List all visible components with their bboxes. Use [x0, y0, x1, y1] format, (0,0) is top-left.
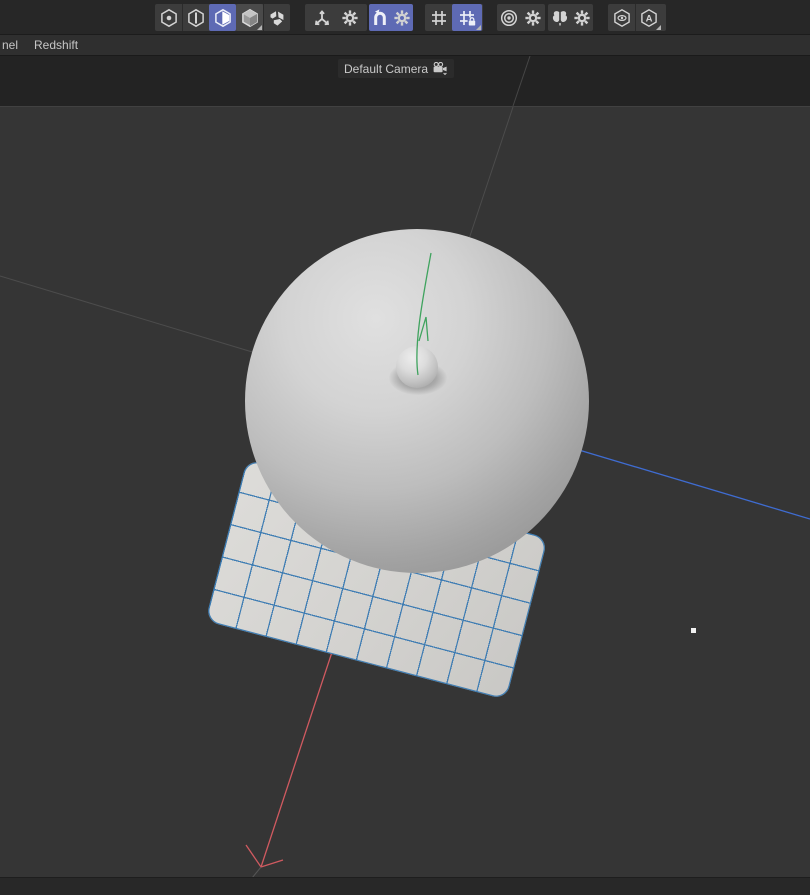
grid-snap-button[interactable]	[425, 4, 452, 31]
polygons-mode-button[interactable]	[209, 4, 236, 31]
hexagon-texture-axis-icon	[267, 8, 287, 28]
texture-axis-mode-button[interactable]	[263, 4, 290, 31]
toolgroup-move	[305, 4, 367, 31]
snap-settings-button[interactable]	[392, 4, 412, 31]
rings-tool-button[interactable]	[498, 4, 520, 31]
concentric-circles-icon	[499, 8, 519, 28]
gear-icon	[523, 8, 543, 28]
toolgroup-snap	[369, 4, 413, 31]
world-axes-front	[0, 107, 810, 877]
toolgroup-symmetry	[548, 4, 593, 31]
hexagon-edges-icon	[186, 8, 206, 28]
quantize-lock-button[interactable]	[452, 4, 482, 31]
butterfly-icon	[550, 8, 570, 28]
move-tool-button[interactable]	[310, 4, 334, 31]
hexagon-polygons-icon	[213, 8, 233, 28]
grid-icon	[429, 8, 449, 28]
symmetry-toggle-button[interactable]	[549, 4, 570, 31]
hexagon-eye-icon	[612, 8, 632, 28]
edges-mode-button[interactable]	[182, 4, 209, 31]
top-toolbar: A	[0, 0, 810, 35]
isolate-view-button[interactable]	[608, 4, 635, 31]
toolgroup-view: A	[608, 4, 666, 31]
menu-item-panel[interactable]: nel	[0, 38, 26, 52]
toolgroup-rings	[497, 4, 545, 31]
viewport-canvas[interactable]	[0, 106, 810, 877]
auto-mode-button[interactable]: A	[635, 4, 662, 31]
grid-locked-icon	[457, 8, 477, 28]
move-axes-icon	[312, 8, 332, 28]
bottom-panel-edge	[0, 877, 810, 895]
svg-text:A: A	[646, 13, 653, 24]
toolgroup-component-mode	[155, 4, 290, 31]
camera-selector[interactable]: Default Camera	[338, 59, 454, 78]
hexagon-auto-icon: A	[639, 8, 659, 28]
snap-toggle-button[interactable]	[370, 4, 390, 31]
rings-settings-button[interactable]	[522, 4, 544, 31]
menu-item-redshift[interactable]: Redshift	[26, 38, 86, 52]
viewport-menubar: nel Redshift	[0, 35, 810, 56]
hexagon-points-icon	[159, 8, 179, 28]
hexagon-model-icon	[240, 8, 260, 28]
gear-icon	[572, 8, 592, 28]
vertex-point	[691, 628, 696, 633]
model-mode-button[interactable]	[236, 4, 263, 31]
magnet-icon	[370, 8, 390, 28]
camera-icon	[433, 62, 448, 75]
cinema4d-window: A nel Redshift Default Camera	[0, 0, 810, 895]
gear-icon	[340, 8, 360, 28]
camera-name: Default Camera	[344, 62, 428, 76]
viewport-header: Default Camera	[0, 56, 810, 106]
move-tool-settings-button[interactable]	[338, 4, 362, 31]
points-mode-button[interactable]	[155, 4, 182, 31]
symmetry-settings-button[interactable]	[571, 4, 592, 31]
gear-icon	[392, 8, 412, 28]
toolgroup-quantize	[425, 4, 483, 31]
axis-y-line	[417, 253, 431, 375]
